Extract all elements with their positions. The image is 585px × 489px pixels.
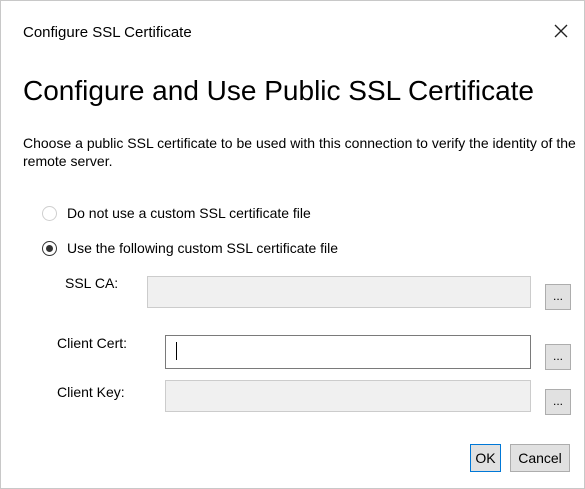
client-key-browse-button[interactable]: ... [545,389,571,415]
ssl-ca-browse-label: ... [552,289,563,303]
client-cert-input[interactable] [165,335,531,369]
client-key-label: Client Key: [57,384,125,400]
radio-use-custom-label: Use the following custom SSL certificate… [67,240,339,256]
close-icon [554,24,568,38]
page-heading: Configure and Use Public SSL Certificate [23,75,534,106]
radio-use-custom-certificate[interactable]: Use the following custom SSL certificate… [42,238,338,258]
ssl-dialog-window: Configure SSL Certificate Configure and … [0,0,585,489]
client-cert-browse-label: ... [552,349,563,363]
radio-button-unchecked[interactable] [42,205,57,221]
ssl-ca-input[interactable] [147,276,531,308]
client-key-browse-label: ... [552,394,563,408]
radio-no-custom-certificate[interactable]: Do not use a custom SSL certificate file [42,203,311,223]
radio-button-checked[interactable] [42,240,57,256]
client-key-input[interactable] [165,380,531,412]
text-cursor [176,342,177,360]
title-bar: Configure SSL Certificate [1,1,584,62]
ssl-ca-label: SSL CA: [65,275,119,291]
radio-selected-dot [46,244,53,252]
client-cert-label: Client Cert: [57,335,128,351]
description-text: Choose a public SSL certificate to be us… [23,135,576,169]
radio-no-custom-label: Do not use a custom SSL certificate file [67,205,311,221]
client-cert-browse-button[interactable]: ... [545,344,571,370]
close-button[interactable] [549,19,573,43]
cancel-button[interactable]: Cancel [510,444,570,472]
ssl-ca-browse-button[interactable]: ... [545,284,571,310]
ok-button[interactable]: OK [470,444,501,472]
window-title: Configure SSL Certificate [23,24,192,41]
